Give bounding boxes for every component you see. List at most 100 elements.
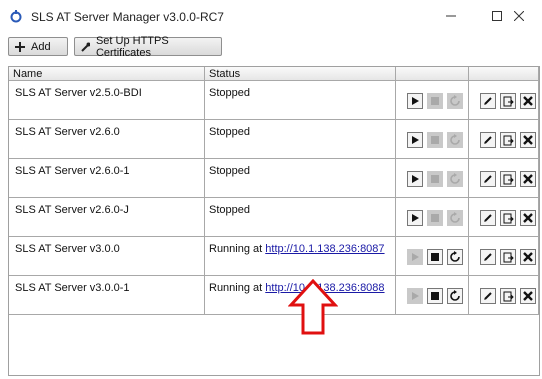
- export-button[interactable]: [500, 93, 516, 109]
- app-logo-icon: [10, 10, 22, 23]
- server-controls: [396, 237, 469, 275]
- server-status: Stopped: [205, 159, 396, 197]
- restart-icon: [450, 95, 460, 106]
- export-icon: [503, 252, 514, 262]
- stop-button[interactable]: [427, 171, 443, 187]
- table-row[interactable]: SLS AT Server v2.6.0-J Stopped: [9, 198, 539, 237]
- server-controls: [396, 159, 469, 197]
- pencil-icon: [484, 97, 492, 105]
- server-controls: [396, 276, 469, 314]
- server-actions: [469, 159, 539, 197]
- stop-icon: [431, 136, 439, 144]
- pencil-icon: [484, 175, 492, 183]
- minimize-button[interactable]: [428, 0, 474, 32]
- delete-button[interactable]: [520, 171, 536, 187]
- status-text: Running at: [209, 282, 266, 294]
- window-title: SLS AT Server Manager v3.0.0-RC7: [31, 10, 224, 24]
- export-button[interactable]: [500, 132, 516, 148]
- delete-button[interactable]: [520, 93, 536, 109]
- edit-button[interactable]: [480, 210, 496, 226]
- restart-button[interactable]: [447, 210, 463, 226]
- server-controls: [396, 198, 469, 236]
- setup-https-label: Set Up HTTPS Certificates: [95, 34, 169, 59]
- server-name: SLS AT Server v2.5.0-BDI: [9, 81, 205, 119]
- close-button[interactable]: [496, 0, 542, 32]
- restart-button[interactable]: [447, 93, 463, 109]
- server-status: Stopped: [205, 120, 396, 158]
- table-row[interactable]: SLS AT Server v3.0.0 Running at http://10…: [9, 237, 539, 276]
- restart-icon: [450, 290, 460, 301]
- delete-x-icon: [523, 213, 533, 223]
- wrench-icon: [81, 42, 90, 52]
- edit-button[interactable]: [480, 132, 496, 148]
- server-actions: [469, 120, 539, 158]
- export-button[interactable]: [500, 249, 516, 265]
- delete-x-icon: [523, 291, 533, 301]
- edit-button[interactable]: [480, 288, 496, 304]
- server-status: Stopped: [205, 198, 396, 236]
- export-button[interactable]: [500, 288, 516, 304]
- restart-button[interactable]: [447, 132, 463, 148]
- edit-button[interactable]: [480, 249, 496, 265]
- server-table: Name Status SLS AT Server v2.5.0-BDI Stop…: [8, 66, 540, 376]
- export-button[interactable]: [500, 171, 516, 187]
- header-status[interactable]: Status: [205, 67, 396, 81]
- restart-icon: [450, 212, 460, 223]
- table-row[interactable]: SLS AT Server v3.0.0-1 Running at http://…: [9, 276, 539, 315]
- delete-button[interactable]: [520, 249, 536, 265]
- server-name: SLS AT Server v2.6.0-1: [9, 159, 205, 197]
- play-icon: [412, 175, 419, 183]
- table-row[interactable]: SLS AT Server v2.6.0 Stopped: [9, 120, 539, 159]
- delete-x-icon: [523, 174, 533, 184]
- start-button[interactable]: [407, 93, 423, 109]
- pencil-icon: [484, 292, 492, 300]
- server-url-link[interactable]: http://10.1.138.236:8087: [265, 243, 384, 255]
- stop-icon: [431, 175, 439, 183]
- server-status: Stopped: [205, 81, 396, 119]
- stop-button[interactable]: [427, 132, 443, 148]
- annotation-up-arrow-icon: [288, 279, 338, 335]
- start-button[interactable]: [407, 210, 423, 226]
- setup-https-button[interactable]: Set Up HTTPS Certificates: [74, 34, 222, 59]
- server-actions: [469, 198, 539, 236]
- delete-x-icon: [523, 96, 533, 106]
- server-controls: [396, 81, 469, 119]
- header-name[interactable]: Name: [9, 67, 205, 81]
- stop-button[interactable]: [427, 210, 443, 226]
- start-button[interactable]: [407, 249, 423, 265]
- header-actions: [469, 67, 539, 81]
- restart-button[interactable]: [447, 171, 463, 187]
- table-row[interactable]: SLS AT Server v2.5.0-BDI Stopped: [9, 81, 539, 120]
- status-text: Stopped: [209, 204, 250, 216]
- play-icon: [412, 214, 419, 222]
- start-button[interactable]: [407, 132, 423, 148]
- table-row[interactable]: SLS AT Server v2.6.0-1 Stopped: [9, 159, 539, 198]
- delete-button[interactable]: [520, 132, 536, 148]
- start-button[interactable]: [407, 288, 423, 304]
- plus-icon: [15, 41, 25, 52]
- stop-button[interactable]: [427, 288, 443, 304]
- pencil-icon: [484, 214, 492, 222]
- edit-button[interactable]: [480, 93, 496, 109]
- edit-button[interactable]: [480, 171, 496, 187]
- export-icon: [503, 135, 514, 145]
- delete-button[interactable]: [520, 288, 536, 304]
- status-text: Stopped: [209, 126, 250, 138]
- play-icon: [412, 97, 419, 105]
- play-icon: [412, 136, 419, 144]
- close-icon: [514, 11, 524, 21]
- restart-button[interactable]: [447, 249, 463, 265]
- delete-button[interactable]: [520, 210, 536, 226]
- stop-button[interactable]: [427, 249, 443, 265]
- restart-button[interactable]: [447, 288, 463, 304]
- server-actions: [469, 276, 539, 314]
- server-status: Running at http://10.1.138.236:8087: [205, 237, 396, 275]
- add-button[interactable]: Add: [8, 37, 68, 56]
- delete-x-icon: [523, 135, 533, 145]
- restart-icon: [450, 251, 460, 262]
- start-button[interactable]: [407, 171, 423, 187]
- stop-button[interactable]: [427, 93, 443, 109]
- export-button[interactable]: [500, 210, 516, 226]
- title-bar: SLS AT Server Manager v3.0.0-RC7: [0, 0, 542, 32]
- server-name: SLS AT Server v3.0.0: [9, 237, 205, 275]
